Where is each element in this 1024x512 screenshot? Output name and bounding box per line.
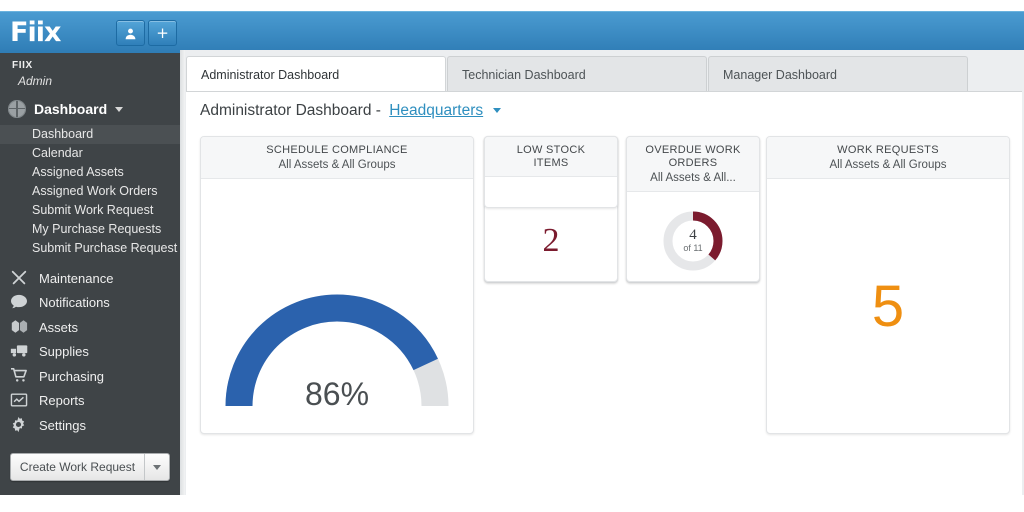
donut-center-labels: 4 of 11: [662, 228, 724, 254]
card-low-stock-items[interactable]: LOW STOCK ITEMS: [484, 136, 618, 208]
truck-icon: [10, 343, 30, 361]
card-header: SCHEDULE COMPLIANCE All Assets & All Gro…: [201, 137, 473, 179]
globe-icon: [8, 100, 26, 118]
top-header-bar: Fiix +: [0, 11, 1024, 54]
card-header: LOW STOCK ITEMS: [485, 137, 617, 177]
page-title: Administrator Dashboard - Headquarters: [200, 102, 502, 120]
card-schedule-compliance[interactable]: SCHEDULE COMPLIANCE All Assets & All Gro…: [200, 136, 474, 434]
bottom-white-strip: [0, 495, 1024, 512]
main-content: Administrator Dashboard Technician Dashb…: [180, 50, 1024, 496]
sidebar: FIIX Admin Dashboard Dashboard Calendar …: [0, 53, 180, 495]
sidebar-item-label: Reports: [39, 393, 85, 409]
site-selector-link[interactable]: Headquarters: [389, 102, 483, 119]
sidebar-item-assets[interactable]: Assets: [0, 315, 180, 340]
sidebar-user-role: Admin: [18, 74, 53, 88]
tab-manager-dashboard[interactable]: Manager Dashboard: [708, 56, 968, 93]
metric-total: of 11: [683, 243, 703, 253]
cart-icon: [10, 367, 30, 385]
sidebar-item-calendar[interactable]: Calendar: [0, 144, 180, 163]
sidebar-item-label: Notifications: [39, 295, 110, 311]
card-overdue-work-orders[interactable]: OVERDUE WORK ORDERS All Assets & All... …: [626, 136, 760, 282]
sidebar-item-reports[interactable]: Reports: [0, 389, 180, 414]
overdue-donut-chart: 4 of 11: [662, 210, 724, 272]
create-work-request-button[interactable]: Create Work Request: [11, 454, 144, 480]
speech-bubble-icon: [10, 294, 30, 312]
card-title: SCHEDULE COMPLIANCE: [266, 144, 408, 156]
sidebar-item-label: Maintenance: [39, 270, 114, 286]
chevron-down-icon: [153, 464, 161, 470]
card-header: WORK REQUESTS All Assets & All Groups: [767, 137, 1009, 179]
tab-technician-dashboard[interactable]: Technician Dashboard: [447, 56, 707, 93]
card-work-requests[interactable]: WORK REQUESTS All Assets & All Groups 5: [766, 136, 1010, 434]
sidebar-nav: Maintenance Notifications Assets Supplie…: [0, 266, 180, 438]
card-title: WORK REQUESTS: [837, 144, 939, 156]
metric-value: 5: [871, 273, 905, 339]
metric-value: 4: [689, 227, 697, 243]
sidebar-item-dashboard[interactable]: Dashboard: [0, 125, 180, 144]
sidebar-item-assigned-assets[interactable]: Assigned Assets: [0, 163, 180, 182]
sidebar-item-submit-work-request[interactable]: Submit Work Request: [0, 201, 180, 220]
content-left-edge: [180, 50, 185, 495]
dashboard-cards: SCHEDULE COMPLIANCE All Assets & All Gro…: [200, 136, 1010, 496]
card-header: OVERDUE WORK ORDERS All Assets & All...: [627, 137, 759, 192]
sidebar-item-maintenance[interactable]: Maintenance: [0, 266, 180, 291]
sidebar-item-label: Settings: [39, 417, 86, 433]
sidebar-item-assigned-work-orders[interactable]: Assigned Work Orders: [0, 182, 180, 201]
sidebar-user-block: FIIX Admin: [0, 53, 180, 89]
sidebar-item-purchasing[interactable]: Purchasing: [0, 364, 180, 389]
sidebar-item-my-purchase-requests[interactable]: My Purchase Requests: [0, 220, 180, 239]
gear-icon: [10, 416, 30, 434]
card-subtitle: All Assets & All Groups: [829, 159, 947, 171]
sidebar-item-label: Assets: [39, 319, 79, 335]
chevron-down-icon[interactable]: [493, 108, 502, 114]
card-subtitle: All Assets & All...: [650, 172, 736, 184]
fiix-logo: Fiix: [10, 17, 61, 48]
sidebar-item-label: Purchasing: [39, 368, 105, 384]
sidebar-user-name: FIIX: [12, 60, 33, 71]
card-title-line2: ITEMS: [533, 157, 569, 169]
card-title-line1: OVERDUE WORK: [645, 144, 741, 156]
schedule-compliance-gauge: 86%: [212, 267, 462, 417]
wrench-icon: [10, 269, 30, 287]
card-body: 4 of 11: [627, 192, 759, 281]
sidebar-submenu: Dashboard Calendar Assigned Assets Assig…: [0, 125, 180, 258]
metric-value: 2: [542, 222, 560, 259]
user-icon: [124, 27, 137, 40]
card-title-line2: ORDERS: [668, 157, 718, 169]
sidebar-item-submit-purchase-request[interactable]: Submit Purchase Request: [0, 239, 180, 258]
card-subtitle: All Assets & All Groups: [278, 159, 396, 171]
sidebar-item-supplies[interactable]: Supplies: [0, 340, 180, 365]
sidebar-section-dashboard[interactable]: Dashboard: [0, 95, 180, 123]
dashboard-tabs: Administrator Dashboard Technician Dashb…: [186, 55, 969, 93]
boxes-icon: [10, 318, 30, 336]
user-profile-button[interactable]: [116, 20, 145, 46]
create-work-request-dropdown-toggle[interactable]: [144, 454, 169, 480]
chart-icon: [10, 392, 30, 410]
gauge-value: 86%: [304, 376, 370, 412]
card-body: 5: [767, 179, 1009, 433]
add-new-button[interactable]: +: [148, 20, 177, 46]
page-title-prefix: Administrator Dashboard -: [200, 102, 381, 119]
create-work-request-button-group[interactable]: Create Work Request: [10, 453, 170, 481]
sidebar-section-label: Dashboard: [34, 101, 108, 117]
chevron-down-icon: [115, 106, 124, 112]
dashboard-panel: Administrator Dashboard - Headquarters S…: [186, 91, 1022, 496]
card-body: 86%: [201, 179, 473, 433]
sidebar-item-notifications[interactable]: Notifications: [0, 291, 180, 316]
plus-icon: +: [156, 23, 169, 42]
app-root: Fiix + FIIX Admin Dashboard Dashboard Ca…: [0, 0, 1024, 512]
tab-administrator-dashboard[interactable]: Administrator Dashboard: [186, 56, 446, 93]
sidebar-item-settings[interactable]: Settings: [0, 413, 180, 438]
card-title-line1: LOW STOCK: [516, 144, 586, 156]
sidebar-item-label: Supplies: [39, 344, 89, 360]
